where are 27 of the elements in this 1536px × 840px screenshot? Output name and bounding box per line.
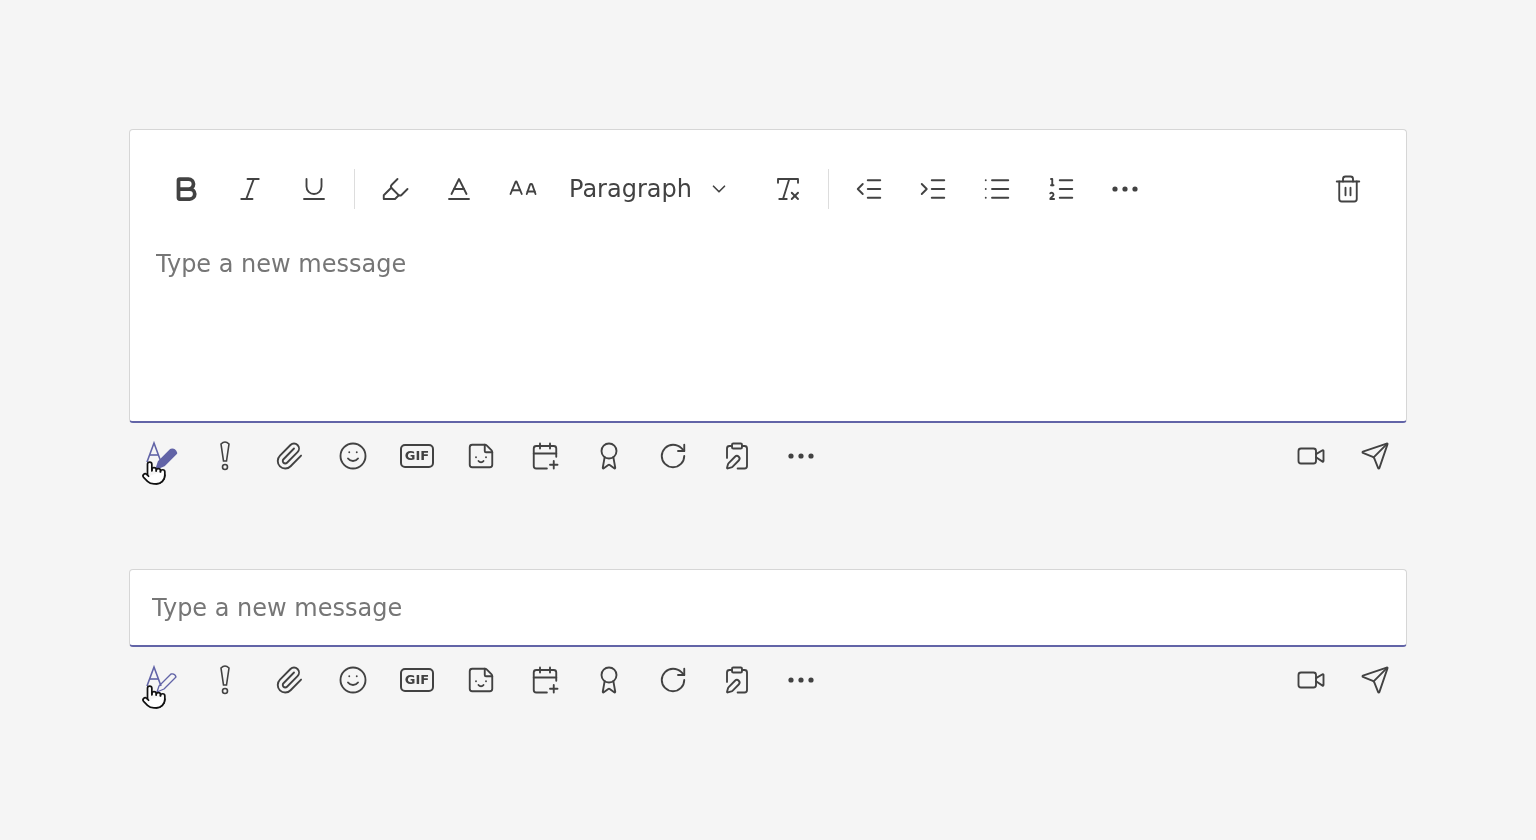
message-box[interactable]: Type a new message [129, 569, 1407, 647]
sticker-icon [466, 441, 496, 471]
smiley-icon [338, 441, 368, 471]
hand-cursor-icon [141, 684, 167, 710]
message-box[interactable]: Paragraph Type a new message [129, 129, 1407, 423]
send-icon [1360, 441, 1390, 471]
calendar-plus-icon [530, 441, 560, 471]
paperclip-icon [274, 665, 304, 695]
gif-button[interactable]: GIF [385, 656, 449, 704]
send-icon [1360, 665, 1390, 695]
paperclip-icon [274, 441, 304, 471]
ellipsis-icon [1111, 186, 1138, 192]
smiley-icon [338, 665, 368, 695]
message-input[interactable]: Type a new message [152, 593, 1384, 622]
gif-label: GIF [399, 668, 435, 692]
message-input[interactable]: Type a new message [156, 250, 1380, 278]
exclamation-icon [218, 440, 232, 472]
trash-icon [1333, 174, 1363, 204]
gif-label: GIF [399, 444, 435, 468]
sticker-icon [466, 665, 496, 695]
hand-cursor-icon [141, 460, 167, 486]
gif-button[interactable]: GIF [385, 432, 449, 480]
ellipsis-icon [788, 677, 814, 683]
ellipsis-icon [788, 453, 814, 459]
calendar-plus-icon [530, 665, 560, 695]
paragraph-dropdown[interactable]: Paragraph [555, 165, 744, 213]
exclamation-icon [218, 664, 232, 696]
